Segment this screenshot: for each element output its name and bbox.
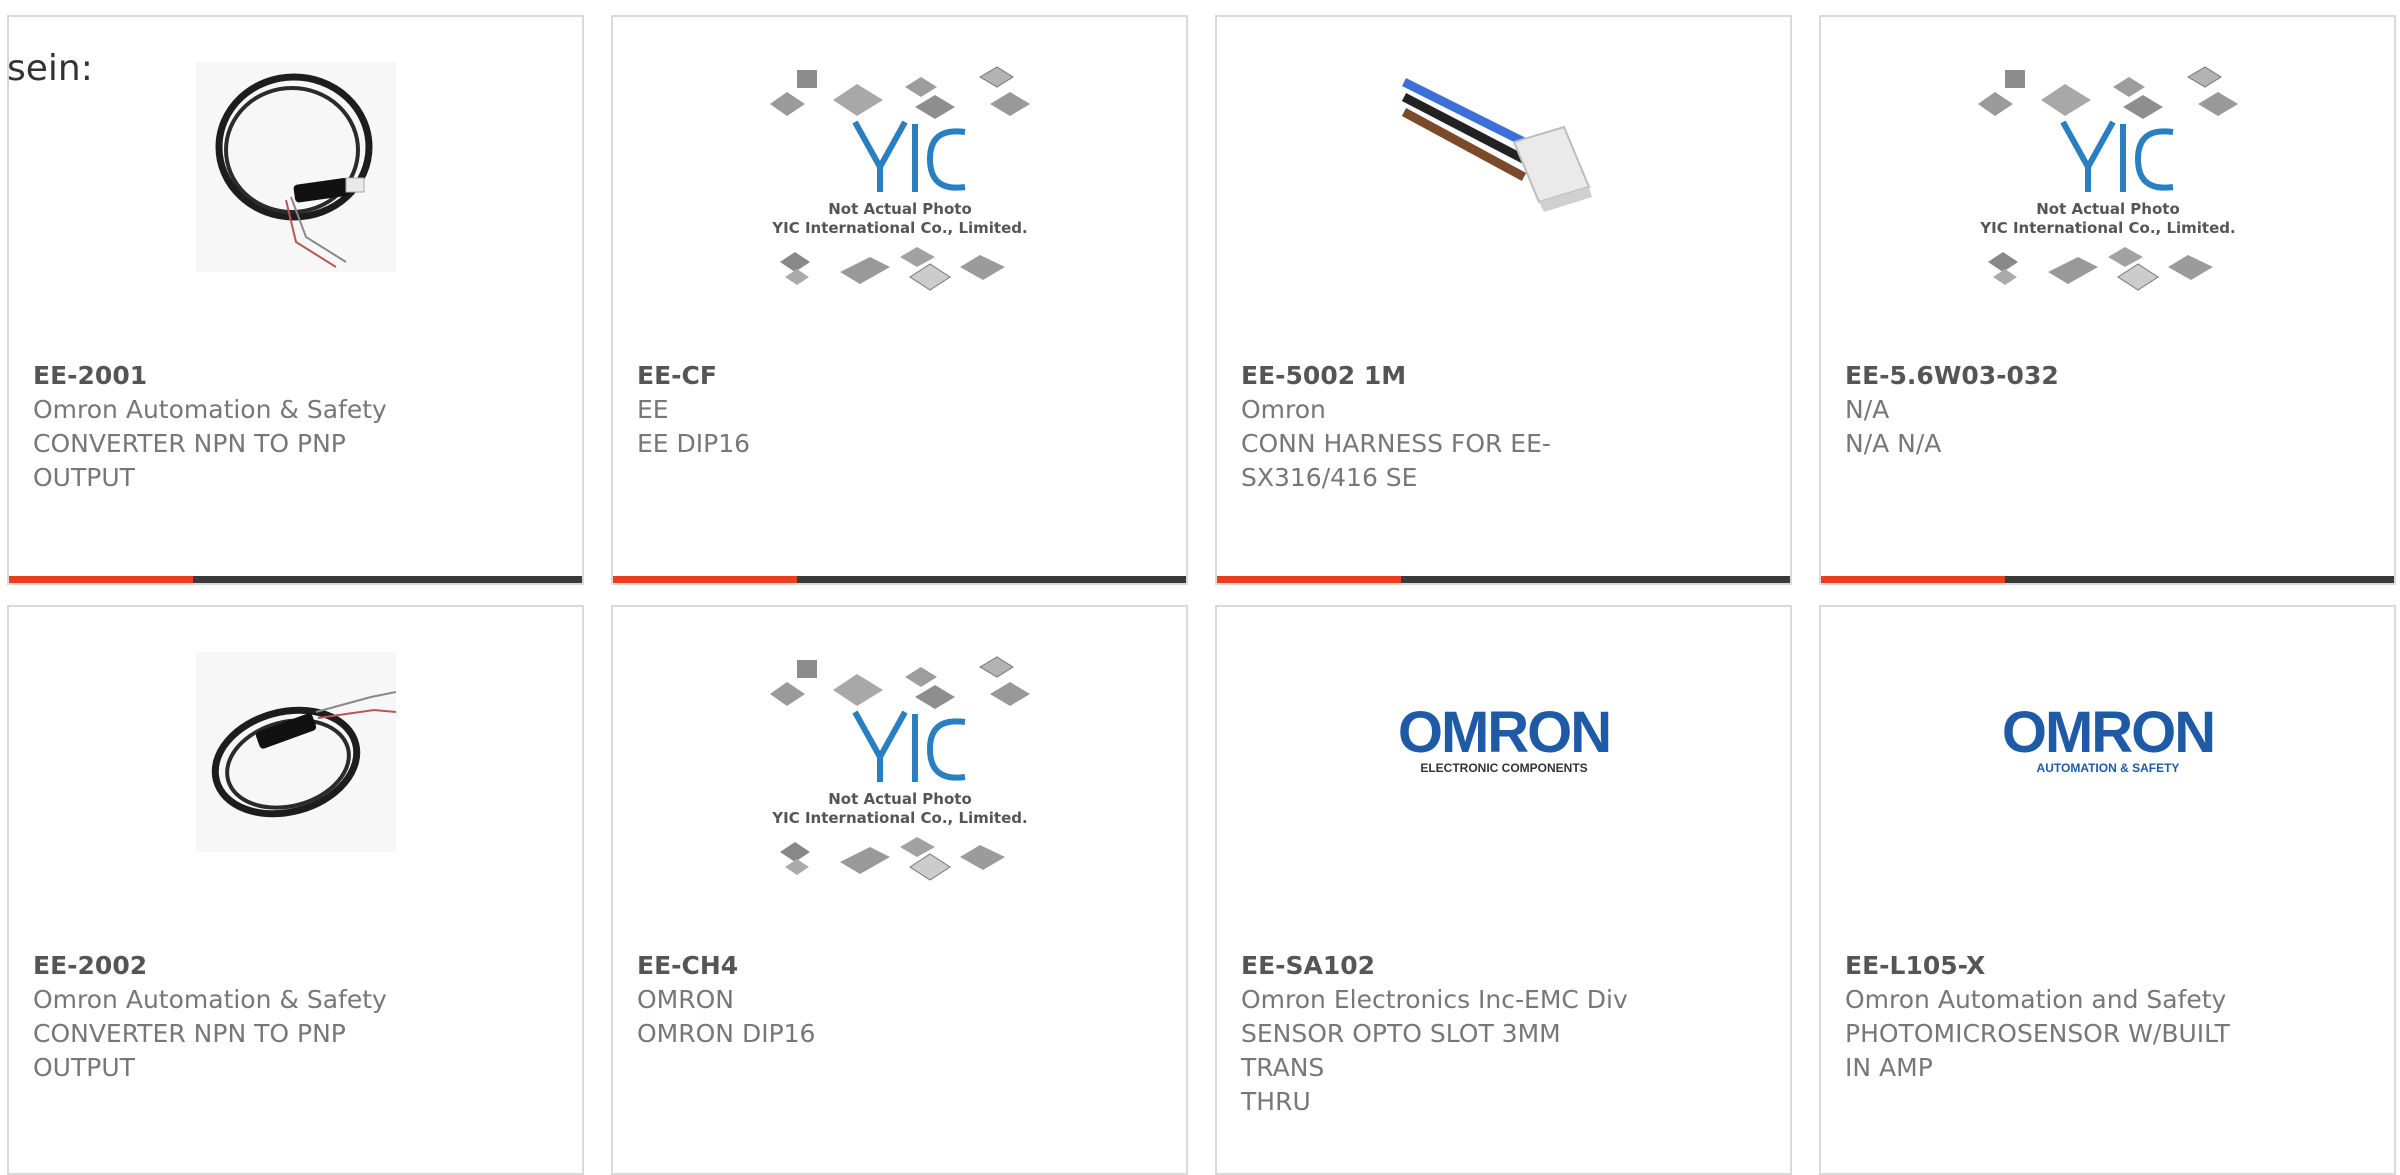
description-line-2: IN AMP [1845,1053,1933,1082]
product-image[interactable]: Not Actual Photo YIC International Co., … [613,62,1186,362]
omron-logo-text: OMRON [1397,700,1609,765]
wire-harness-photo [1401,77,1592,212]
card-bar [9,576,582,583]
product-card[interactable]: OMRON AUTOMATION & SAFETY EE-L105-X Omro… [1819,605,2396,1175]
product-card[interactable]: EE-5002 1M Omron CONN HARNESS FOR EE- SX… [1215,15,1792,585]
description-line-2: OUTPUT [33,1053,135,1082]
omron-logo-subtitle: AUTOMATION & SAFETY [2036,761,2179,775]
manufacturer: N/A [1845,395,1890,424]
manufacturer: Omron Automation and Safety [1845,985,2227,1014]
product-card[interactable]: Not Actual Photo YIC International Co., … [611,15,1188,585]
description-line-1: SENSOR OPTO SLOT 3MM TRANS [1241,1019,1561,1082]
product-info: EE-5002 1M Omron CONN HARNESS FOR EE- SX… [1241,359,1641,495]
card-bar-accent [1217,576,1401,583]
placeholder-line-2: YIC International Co., Limited. [1979,219,2235,237]
part-number-link[interactable]: EE-SA102 [1241,949,1641,983]
cable-coil-photo [195,62,396,272]
card-bar-accent [1821,576,2005,583]
product-card[interactable]: EE-2002 Omron Automation & Safety CONVER… [7,605,584,1175]
manufacturer: Omron Electronics Inc-EMC Div [1241,985,1628,1014]
part-number-link[interactable]: EE-5.6W03-032 [1845,359,2245,393]
part-number-link[interactable]: EE-2002 [33,949,433,983]
description-line-1: EE DIP16 [637,429,751,458]
product-image[interactable] [1217,62,1790,362]
part-number-link[interactable]: EE-CF [637,359,1037,393]
card-bar [1821,576,2394,583]
description-line-1: OMRON DIP16 [637,1019,816,1048]
product-card[interactable]: OMRON ELECTRONIC COMPONENTS EE-SA102 Omr… [1215,605,1792,1175]
part-number-link[interactable]: EE-2001 [33,359,433,393]
manufacturer: EE [637,395,669,424]
product-info: EE-2002 Omron Automation & Safety CONVER… [33,949,433,1085]
description-line-1: PHOTOMICROSENSOR W/BUILT [1845,1019,2230,1048]
manufacturer: Omron [1241,395,1326,424]
lead-text: sein: [7,48,93,89]
product-image[interactable]: Not Actual Photo YIC International Co., … [1821,62,2394,362]
description-line-2: THRU [1241,1087,1311,1116]
yic-placeholder-image: Not Actual Photo YIC International Co., … [1977,66,2238,291]
part-number-link[interactable]: EE-CH4 [637,949,1037,983]
card-bar-accent [613,576,797,583]
manufacturer: OMRON [637,985,734,1014]
placeholder-line-2: YIC International Co., Limited. [771,219,1027,237]
product-info: EE-2001 Omron Automation & Safety CONVER… [33,359,433,495]
omron-logo-text: OMRON [2001,700,2213,765]
description-line-2: SX316/416 SE [1241,463,1418,492]
product-card[interactable]: EE-2001 Omron Automation & Safety CONVER… [7,15,584,585]
product-info: EE-5.6W03-032 N/A N/A N/A [1845,359,2245,461]
placeholder-line-1: Not Actual Photo [828,200,972,218]
yic-placeholder-image: Not Actual Photo YIC International Co., … [769,656,1030,881]
product-info: EE-SA102 Omron Electronics Inc-EMC Div S… [1241,949,1641,1119]
description-line-1: CONVERTER NPN TO PNP [33,1019,346,1048]
description-line-1: N/A N/A [1845,429,1942,458]
placeholder-line-2: YIC International Co., Limited. [771,809,1027,827]
card-bar [613,576,1186,583]
product-card[interactable]: Not Actual Photo YIC International Co., … [611,605,1188,1175]
product-image[interactable]: OMRON ELECTRONIC COMPONENTS [1217,652,1790,952]
placeholder-line-1: Not Actual Photo [2036,200,2180,218]
cable-coil-photo [195,652,396,852]
description-line-2: OUTPUT [33,463,135,492]
product-info: EE-L105-X Omron Automation and Safety PH… [1845,949,2245,1085]
omron-automation-safety-logo: OMRON AUTOMATION & SAFETY [2001,700,2215,775]
description-line-1: CONVERTER NPN TO PNP [33,429,346,458]
omron-electronic-components-logo: OMRON ELECTRONIC COMPONENTS [1397,700,1611,775]
description-line-1: CONN HARNESS FOR EE- [1241,429,1551,458]
product-image[interactable] [9,62,582,362]
manufacturer: Omron Automation & Safety [33,395,387,424]
yic-placeholder-image: Not Actual Photo YIC International Co., … [769,66,1030,291]
card-bar [1217,576,1790,583]
product-image[interactable] [9,652,582,952]
product-image[interactable]: Not Actual Photo YIC International Co., … [613,652,1186,952]
omron-logo-subtitle: ELECTRONIC COMPONENTS [1420,761,1587,775]
product-image[interactable]: OMRON AUTOMATION & SAFETY [1821,652,2394,952]
part-number-link[interactable]: EE-5002 1M [1241,359,1641,393]
card-bar-accent [9,576,193,583]
product-info: EE-CH4 OMRON OMRON DIP16 [637,949,1037,1051]
part-number-link[interactable]: EE-L105-X [1845,949,2245,983]
manufacturer: Omron Automation & Safety [33,985,387,1014]
product-info: EE-CF EE EE DIP16 [637,359,1037,461]
product-card[interactable]: Not Actual Photo YIC International Co., … [1819,15,2396,585]
placeholder-line-1: Not Actual Photo [828,790,972,808]
